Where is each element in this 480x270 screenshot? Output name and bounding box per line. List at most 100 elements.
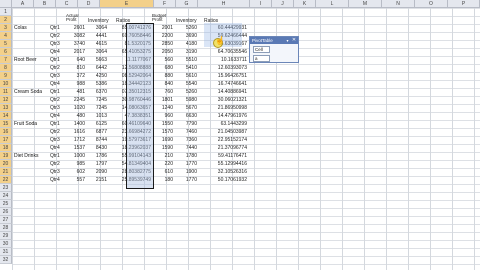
cell-d[interactable]: 6442 — [86, 64, 108, 72]
cell-g[interactable]: 5260 — [176, 88, 198, 96]
cell-b[interactable]: Qtr1 — [50, 24, 66, 32]
row-header-31[interactable]: 31 — [0, 248, 12, 256]
row-header-19[interactable]: 19 — [0, 152, 12, 160]
cell-b[interactable]: Qtr3 — [50, 104, 66, 112]
cell-d[interactable]: 6125 — [86, 120, 108, 128]
row-header-25[interactable]: 25 — [0, 200, 12, 208]
cell-b[interactable]: Qtr3 — [50, 168, 66, 176]
column-header-p[interactable]: P — [448, 0, 480, 8]
cell-c[interactable]: 1000 — [66, 152, 86, 160]
cell-b[interactable]: Qtr4 — [50, 144, 66, 152]
cell-b[interactable]: Qtr3 — [50, 72, 66, 80]
cell-c[interactable]: 2017 — [66, 48, 86, 56]
cell-g[interactable]: 1770 — [176, 160, 198, 168]
cell-f[interactable]: 2850 — [154, 40, 174, 48]
row-header-18[interactable]: 18 — [0, 144, 12, 152]
column-header-l[interactable]: L — [316, 0, 349, 8]
cell-b[interactable]: Qtr2 — [50, 128, 66, 136]
cell-g[interactable]: 1780 — [176, 152, 198, 160]
row-header-5[interactable]: 5 — [0, 40, 12, 48]
cell-h[interactable]: 22.95152174 — [198, 136, 248, 144]
cell-g[interactable]: 1770 — [176, 176, 198, 184]
row-header-17[interactable]: 17 — [0, 136, 12, 144]
cell-d[interactable]: 4250 — [86, 72, 108, 80]
cell-b[interactable]: Qtr2 — [50, 96, 66, 104]
cell-g[interactable]: 5260 — [176, 24, 198, 32]
column-header-a[interactable]: A — [12, 0, 34, 8]
cell-h[interactable]: 21.37096774 — [198, 144, 248, 152]
cell-f[interactable]: 560 — [154, 56, 174, 64]
row-header-8[interactable]: 8 — [0, 64, 12, 72]
column-header-o[interactable]: O — [415, 0, 448, 8]
header-actual-profit[interactable]: Actual Profit — [66, 14, 90, 22]
cell-f[interactable]: 1690 — [154, 136, 174, 144]
cell-b[interactable]: Qtr2 — [50, 160, 66, 168]
cell-a[interactable]: Cream Soda — [14, 88, 42, 96]
column-header-d[interactable]: D — [78, 0, 100, 8]
cell-d[interactable]: 1797 — [86, 160, 108, 168]
column-header-e[interactable]: E — [100, 0, 154, 8]
chevron-down-icon[interactable]: ▾ — [285, 37, 290, 44]
row-header-3[interactable]: 3 — [0, 24, 12, 32]
cell-f[interactable]: 840 — [154, 80, 174, 88]
cell-d[interactable]: 1786 — [86, 152, 108, 160]
row-header-1[interactable]: 1 — [0, 8, 12, 16]
cell-d[interactable]: 5663 — [86, 56, 108, 64]
cell-d[interactable]: 1013 — [86, 112, 108, 120]
cell-c[interactable]: 2245 — [66, 96, 86, 104]
row-header-32[interactable]: 32 — [0, 256, 12, 264]
cell-a[interactable] — [14, 104, 42, 112]
cell-f[interactable]: 1570 — [154, 128, 174, 136]
cell-b[interactable]: Qtr1 — [50, 120, 66, 128]
row-header-10[interactable]: 10 — [0, 80, 12, 88]
cell-d[interactable]: 2151 — [86, 176, 108, 184]
cell-f[interactable]: 1550 — [154, 120, 174, 128]
cell-h[interactable]: 63.1443299 — [198, 120, 248, 128]
cell-g[interactable]: 3190 — [176, 48, 198, 56]
cell-g[interactable]: 5670 — [176, 104, 198, 112]
cell-h[interactable]: 30.06021321 — [198, 96, 248, 104]
cell-c[interactable]: 2601 — [66, 24, 86, 32]
row-header-24[interactable]: 24 — [0, 192, 12, 200]
cell-f[interactable]: 180 — [154, 176, 174, 184]
cell-d[interactable]: 3064 — [86, 24, 108, 32]
column-header-f[interactable]: F — [154, 0, 176, 8]
cell-f[interactable]: 760 — [154, 88, 174, 96]
column-header-g[interactable]: G — [176, 0, 198, 8]
selected-range[interactable] — [126, 23, 154, 189]
cell-c[interactable]: 985 — [66, 160, 86, 168]
row-header-14[interactable]: 14 — [0, 112, 12, 120]
cell-b[interactable]: Qtr4 — [50, 80, 66, 88]
cell-c[interactable]: 1712 — [66, 136, 86, 144]
cell-g[interactable]: 1900 — [176, 168, 198, 176]
cell-d[interactable]: 6370 — [86, 88, 108, 96]
cell-g[interactable]: 7360 — [176, 136, 198, 144]
cell-c[interactable]: 372 — [66, 72, 86, 80]
cell-b[interactable]: Qtr2 — [50, 32, 66, 40]
cell-f[interactable]: 1801 — [154, 96, 174, 104]
cell-d[interactable]: 3064 — [86, 48, 108, 56]
cell-a[interactable] — [14, 128, 42, 136]
cell-f[interactable]: 1590 — [154, 144, 174, 152]
cell-d[interactable]: 2090 — [86, 168, 108, 176]
row-header-16[interactable]: 16 — [0, 128, 12, 136]
cell-h[interactable]: 50.17061932 — [198, 176, 248, 184]
row-header-22[interactable]: 22 — [0, 176, 12, 184]
cell-f[interactable]: 1240 — [154, 104, 174, 112]
cell-a[interactable] — [14, 64, 42, 72]
cell-d[interactable]: 8744 — [86, 136, 108, 144]
cell-c[interactable]: 640 — [66, 56, 86, 64]
cell-a[interactable]: Root Beer — [14, 56, 42, 64]
cell-d[interactable]: 4441 — [86, 32, 108, 40]
cell-g[interactable]: 6630 — [176, 112, 198, 120]
column-header-k[interactable]: K — [294, 0, 316, 8]
cell-g[interactable]: 5410 — [176, 64, 198, 72]
cell-f[interactable]: 610 — [154, 168, 174, 176]
cell-h[interactable]: 14.47961976 — [198, 112, 248, 120]
column-header-n[interactable]: N — [382, 0, 415, 8]
cell-a[interactable] — [14, 32, 42, 40]
cell-h[interactable]: 10.1633711 — [198, 56, 248, 64]
cell-b[interactable]: Qtr4 — [50, 48, 66, 56]
cell-f[interactable]: 2200 — [154, 32, 174, 40]
cell-h[interactable]: 15.96426751 — [198, 72, 248, 80]
